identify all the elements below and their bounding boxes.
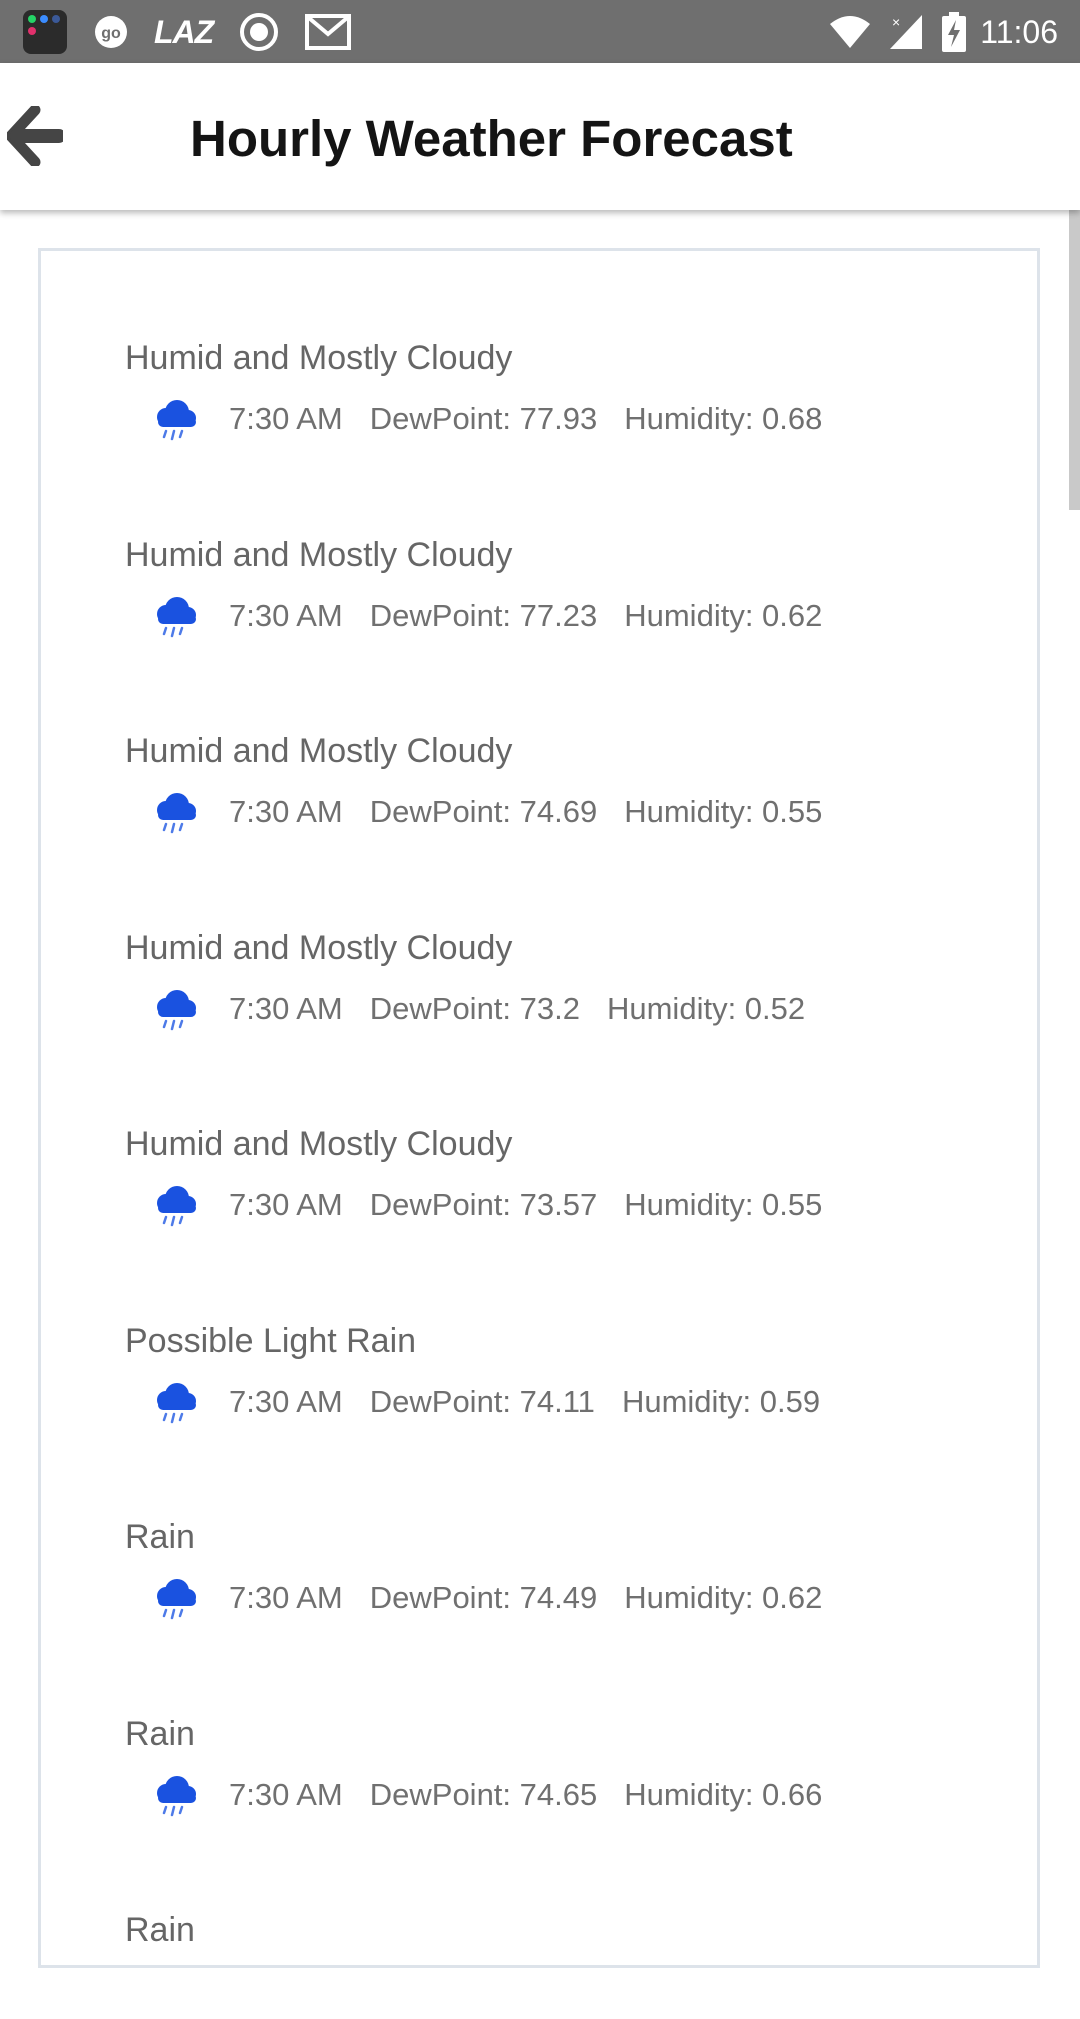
forecast-details: 7:30 AM DewPoint: 74.49 Humidity: 0.62 [151, 1576, 849, 1620]
forecast-humidity: Humidity: 0.52 [606, 990, 806, 1026]
forecast-humidity: Humidity: 0.66 [624, 1776, 823, 1812]
forecast-item[interactable]: Possible Light Rain 7:30 AM DewPoint: 74.1… [41, 1234, 1037, 1430]
forecast-details: 7:30 AM DewPoint: 73.57 Humidity: 0.55 [151, 1183, 849, 1227]
forecast-summary: Rain [125, 1714, 195, 1753]
forecast-item[interactable]: Humid and Mostly Cloudy 7:30 AM DewPoint: … [41, 1037, 1037, 1233]
forecast-details: 7:30 AM DewPoint: 77.23 Humidity: 0.62 [151, 594, 849, 638]
forecast-item[interactable]: Humid and Mostly Cloudy 7:30 AM DewPoint: … [41, 644, 1037, 840]
forecast-time: 7:30 AM [229, 1383, 343, 1419]
rain-cloud-icon [157, 1382, 196, 1423]
gmail-icon [305, 14, 352, 50]
forecast-details: 7:30 AM DewPoint: 74.69 Humidity: 0.55 [151, 790, 849, 834]
rain-cloud-icon [157, 1775, 196, 1816]
forecast-humidity: Humidity: 0.68 [624, 401, 823, 436]
forecast-humidity: Humidity: 0.59 [621, 1383, 821, 1419]
rain-cloud-icon [157, 989, 196, 1030]
forecast-details: 7:30 AM DewPoint: 73.2 Humidity: 0.52 [151, 987, 832, 1031]
forecast-summary: Possible Light Rain [125, 1321, 417, 1360]
forecast-time: 7:30 AM [229, 1776, 343, 1812]
signal-icon: × [888, 13, 924, 51]
forecast-dew-point: DewPoint: 77.93 [369, 401, 598, 436]
forecast-item[interactable]: Humid and Mostly Cloudy 7:30 AM DewPoint: … [41, 251, 1037, 447]
svg-text:×: × [892, 14, 900, 30]
forecast-dew-point: DewPoint: 73.57 [369, 1187, 598, 1222]
system-icons: × 11:06 [828, 8, 1058, 56]
rain-cloud-icon [157, 793, 196, 834]
forecast-summary: Humid and Mostly Cloudy [125, 535, 513, 574]
forecast-dew-point: DewPoint: 74.65 [369, 1776, 598, 1812]
scrollbar[interactable] [1069, 210, 1080, 510]
forecast-summary: Rain [125, 1911, 195, 1949]
forecast-time: 7:30 AM [229, 1187, 343, 1222]
forecast-card: Humid and Mostly Cloudy 7:30 AM DewPoint: … [38, 248, 1040, 1968]
laz-icon: LAZ [154, 13, 214, 50]
forecast-dew-point: DewPoint: 77.23 [369, 597, 598, 633]
forecast-details: 7:30 AM DewPoint: 77.93 Humidity: 0.68 [151, 397, 849, 441]
rain-cloud-icon [157, 1579, 196, 1620]
forecast-item[interactable]: Rain [41, 1823, 1037, 2019]
status-time: 11:06 [980, 13, 1058, 50]
record-icon [239, 12, 279, 52]
app-folder-icon [22, 9, 68, 55]
forecast-item[interactable]: Humid and Mostly Cloudy 7:30 AM DewPoint: … [41, 448, 1037, 644]
forecast-time: 7:30 AM [229, 401, 343, 436]
arrow-left-icon [7, 106, 63, 166]
forecast-dew-point: DewPoint: 73.2 [369, 990, 580, 1026]
rain-cloud-icon [157, 1186, 196, 1227]
forecast-item[interactable]: Rain 7:30 AM DewPoint: 74.49 Humidity: 0.62 [41, 1430, 1037, 1626]
forecast-humidity: Humidity: 0.62 [624, 597, 823, 633]
forecast-humidity: Humidity: 0.62 [624, 1580, 823, 1615]
back-button[interactable] [0, 101, 70, 171]
forecast-details: 7:30 AM DewPoint: 74.65 Humidity: 0.66 [151, 1773, 849, 1817]
go-icon: go [94, 15, 128, 49]
forecast-details: 7:30 AM DewPoint: 74.11 Humidity: 0.59 [151, 1380, 847, 1424]
forecast-humidity: Humidity: 0.55 [624, 794, 823, 829]
go-icon-label: go [101, 25, 121, 42]
rain-cloud-icon [157, 400, 196, 441]
forecast-summary: Humid and Mostly Cloudy [125, 928, 513, 967]
forecast-time: 7:30 AM [229, 1580, 343, 1615]
forecast-item[interactable]: Rain 7:30 AM DewPoint: 74.65 Humidity: 0.66 [41, 1627, 1037, 1823]
status-bar: go LAZ × 11:06 [0, 0, 1080, 63]
forecast-summary: Humid and Mostly Cloudy [125, 732, 513, 770]
forecast-dew-point: DewPoint: 74.49 [369, 1580, 598, 1615]
rain-cloud-icon [157, 596, 196, 637]
forecast-item[interactable]: Humid and Mostly Cloudy 7:30 AM DewPoint: … [41, 841, 1037, 1037]
forecast-time: 7:30 AM [229, 794, 343, 829]
forecast-humidity: Humidity: 0.55 [624, 1187, 823, 1222]
forecast-dew-point: DewPoint: 74.69 [369, 794, 598, 829]
forecast-dew-point: DewPoint: 74.11 [369, 1383, 595, 1419]
app-bar: Hourly Weather Forecast [0, 63, 1080, 210]
page-title: Hourly Weather Forecast [190, 110, 793, 167]
forecast-time: 7:30 AM [229, 597, 343, 633]
notification-icons: go LAZ [22, 8, 377, 56]
forecast-summary: Humid and Mostly Cloudy [125, 339, 513, 377]
forecast-summary: Rain [125, 1518, 195, 1556]
wifi-icon [828, 14, 872, 50]
forecast-summary: Humid and Mostly Cloudy [125, 1125, 513, 1163]
battery-charging-icon [942, 12, 967, 52]
forecast-time: 7:30 AM [229, 990, 343, 1026]
